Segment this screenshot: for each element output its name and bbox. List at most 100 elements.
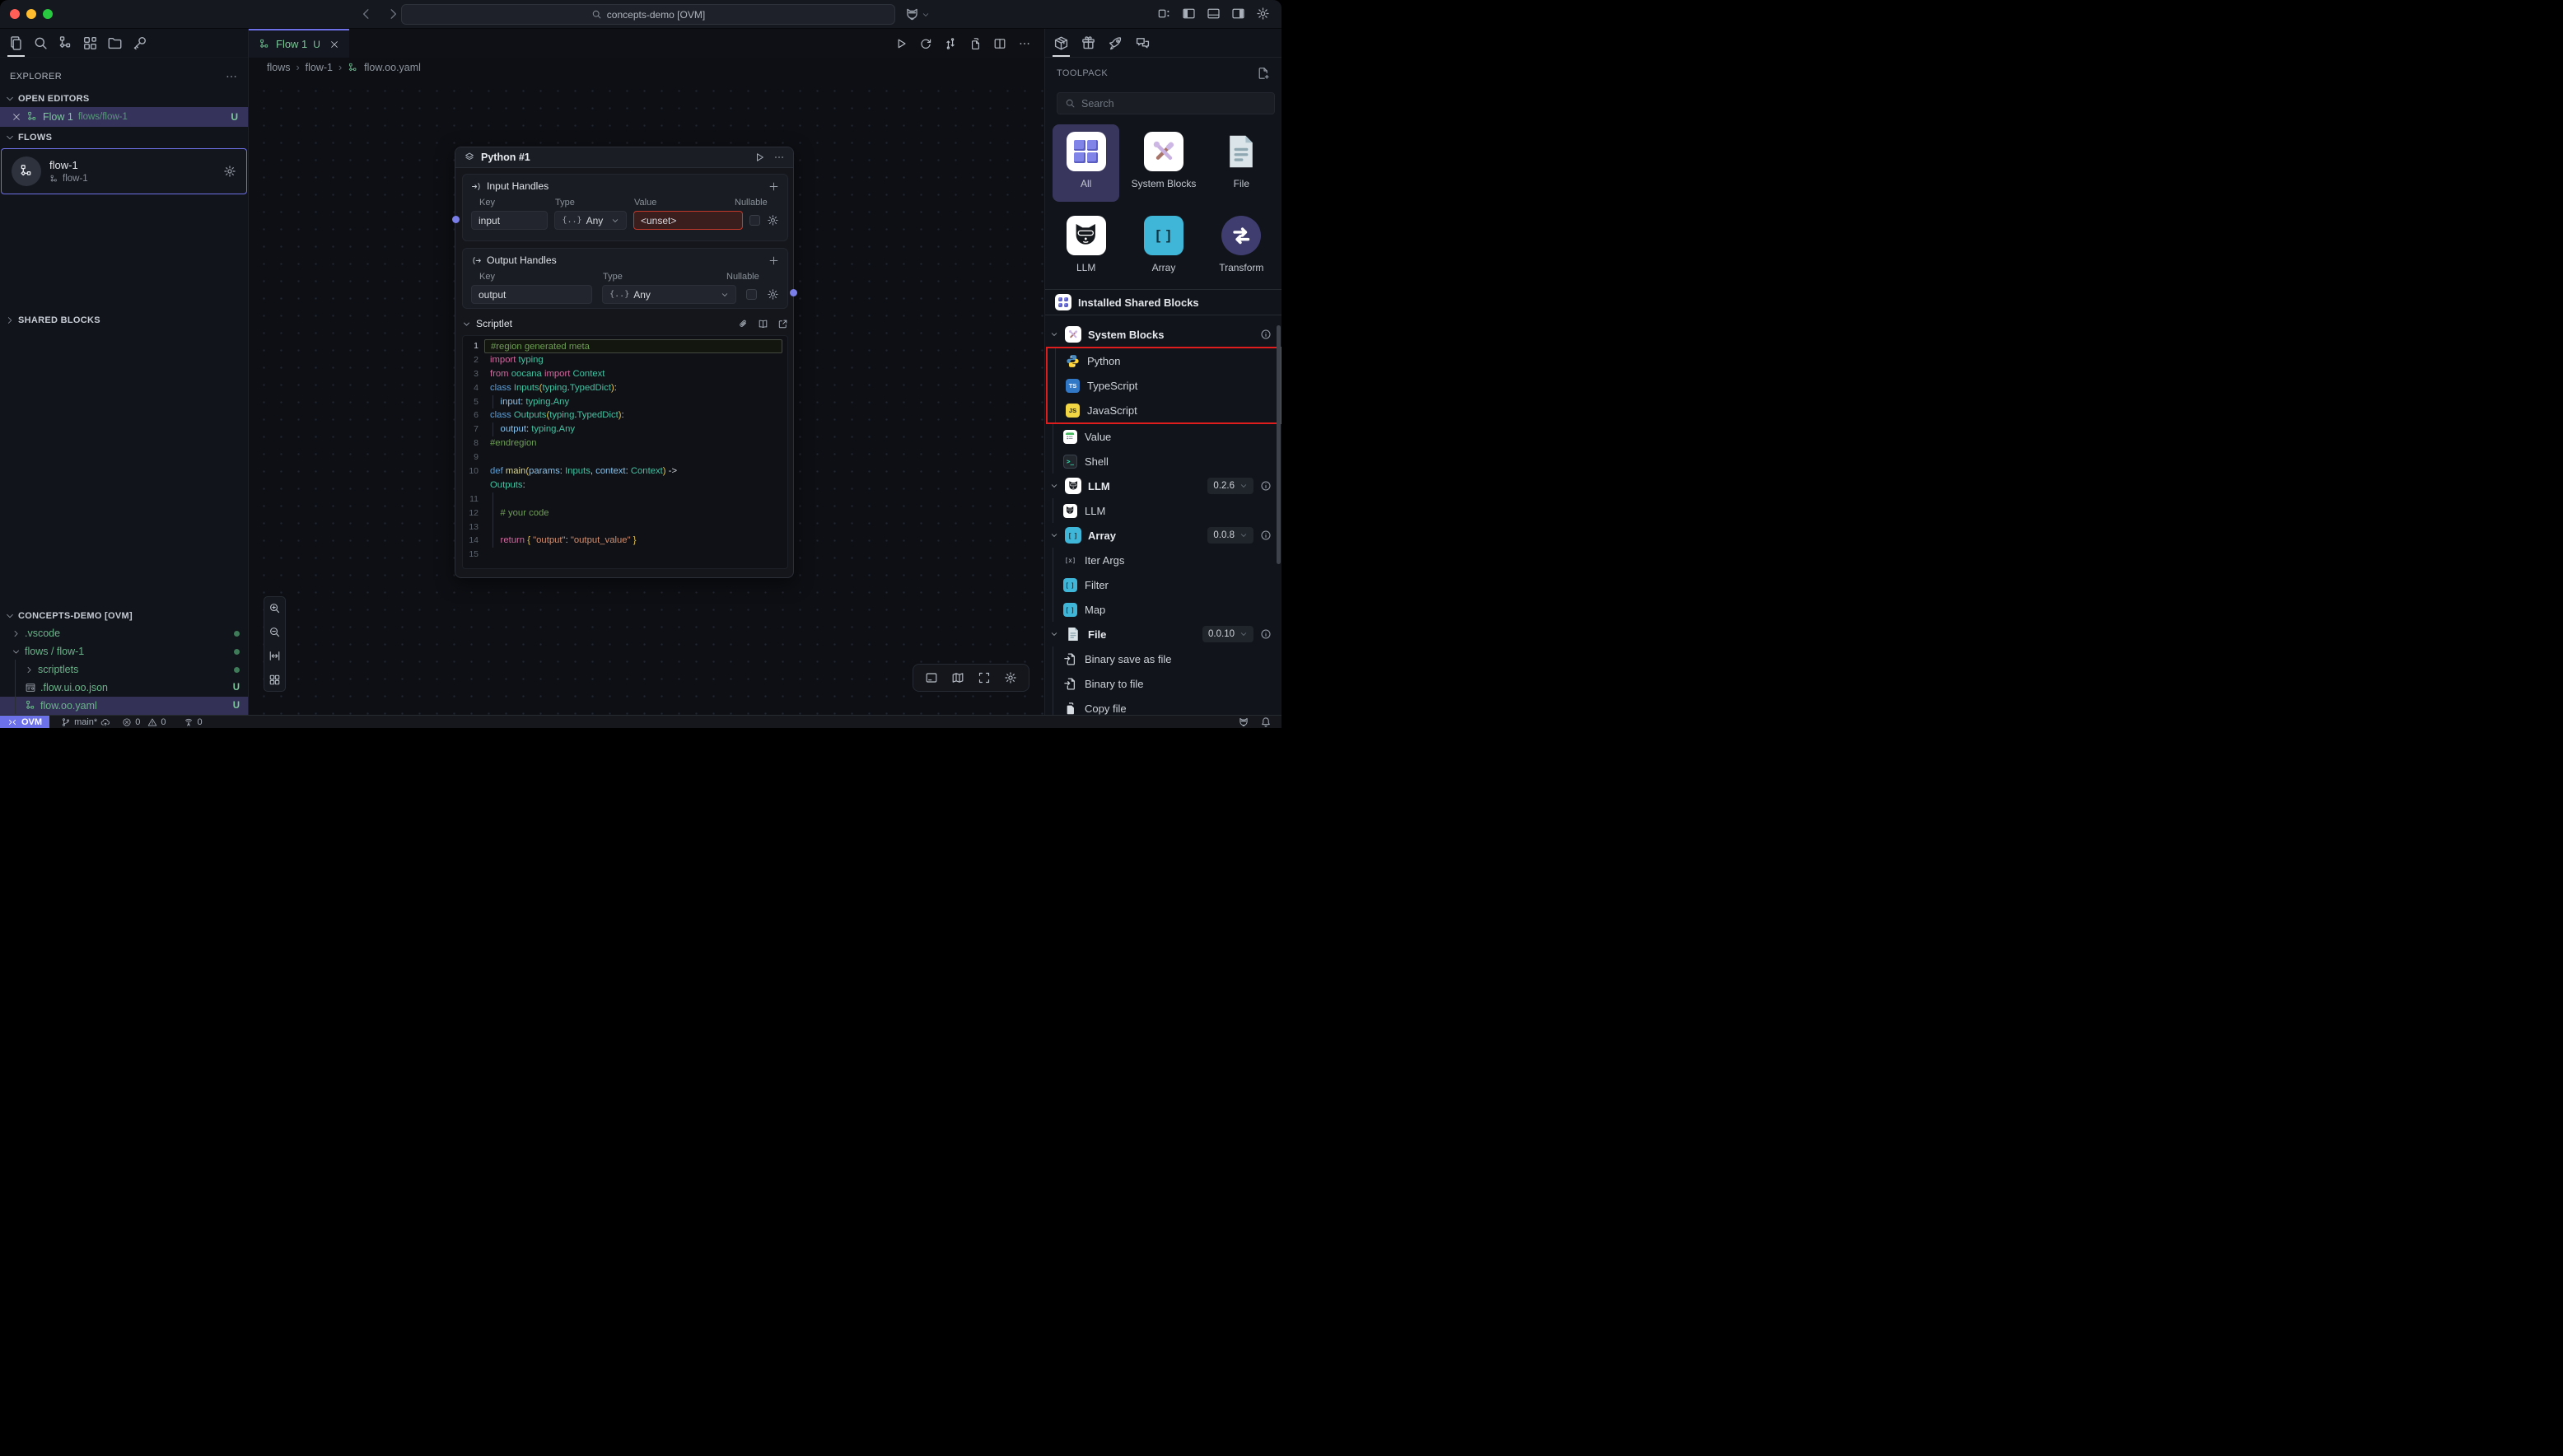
folder-activity-icon[interactable]: [107, 35, 123, 51]
info-icon[interactable]: [1260, 329, 1272, 340]
duplicate-file-icon[interactable]: [969, 37, 982, 50]
assistant-cat-icon[interactable]: [904, 7, 920, 22]
add-input-handle-icon[interactable]: [768, 181, 779, 192]
minimize-window-button[interactable]: [26, 9, 36, 19]
explorer-files-icon[interactable]: [8, 35, 24, 51]
run-flow-icon[interactable]: [894, 37, 908, 50]
category-tile-llm[interactable]: LLM: [1053, 208, 1119, 286]
tab-flow-1[interactable]: Flow 1 U: [249, 29, 349, 58]
code-line[interactable]: 14 return { "output": "output_value" }: [463, 534, 787, 548]
add-output-handle-icon[interactable]: [768, 255, 779, 266]
flow-canvas[interactable]: Python #1 Input Handles Key T: [249, 77, 1044, 715]
settings-gear-icon[interactable]: [1256, 7, 1270, 21]
version-select[interactable]: 0.0.8: [1207, 527, 1253, 544]
version-select[interactable]: 0.2.6: [1207, 478, 1253, 494]
rocket-tab-icon[interactable]: [1108, 35, 1123, 51]
block-item-shell[interactable]: >_Shell: [1045, 449, 1282, 474]
breadcrumb-item[interactable]: flows: [267, 62, 290, 73]
output-type-select[interactable]: {..} Any: [602, 285, 736, 304]
block-item-python[interactable]: Python: [1048, 348, 1280, 373]
minimap-icon[interactable]: [951, 671, 964, 684]
nav-forward-icon[interactable]: [385, 7, 400, 21]
breadcrumb[interactable]: flows › flow-1 › flow.oo.yaml: [249, 58, 1044, 77]
code-line[interactable]: 3from oocana import Context: [463, 367, 787, 381]
remote-indicator[interactable]: OVM: [0, 716, 49, 729]
category-tile-transform[interactable]: Transform: [1208, 208, 1275, 286]
fit-view-icon[interactable]: [978, 671, 991, 684]
layout-customize-icon[interactable]: [1157, 7, 1171, 21]
maximize-window-button[interactable]: [43, 9, 53, 19]
run-node-icon[interactable]: [754, 152, 765, 163]
split-editor-icon[interactable]: [993, 37, 1006, 50]
console-panel-icon[interactable]: [925, 671, 938, 684]
node-header[interactable]: Python #1: [455, 147, 793, 168]
flow-card[interactable]: flow-1 flow-1: [1, 148, 247, 194]
toolpack-tab-icon[interactable]: [1053, 35, 1069, 51]
search-activity-icon[interactable]: [33, 35, 49, 51]
block-item-filter[interactable]: [ ]Filter: [1045, 572, 1282, 597]
category-tile-file[interactable]: File: [1208, 124, 1275, 202]
block-item-value[interactable]: Value: [1045, 424, 1282, 449]
zoom-in-icon[interactable]: [268, 602, 281, 614]
chevron-down-icon[interactable]: [922, 11, 930, 19]
code-line[interactable]: 13: [463, 520, 787, 534]
info-icon[interactable]: [1260, 628, 1272, 640]
more-actions-icon[interactable]: [1018, 37, 1031, 50]
info-icon[interactable]: [1260, 480, 1272, 492]
notifications-bell-icon[interactable]: [1260, 716, 1272, 728]
code-line[interactable]: 11: [463, 492, 787, 506]
version-select[interactable]: 0.0.10: [1202, 626, 1253, 642]
breadcrumb-item[interactable]: flow.oo.yaml: [364, 62, 421, 73]
packages-tab-icon[interactable]: [1081, 35, 1096, 51]
block-item-copy-file[interactable]: Copy file: [1045, 696, 1282, 715]
code-line[interactable]: 9: [463, 450, 787, 464]
node-more-icon[interactable]: [773, 152, 785, 163]
input-value-field[interactable]: <unset>: [633, 211, 743, 230]
toggle-left-panel-icon[interactable]: [1182, 7, 1196, 21]
window-controls[interactable]: [10, 9, 53, 19]
breadcrumb-item[interactable]: flow-1: [306, 62, 333, 73]
block-section-llm[interactable]: LLM0.2.6: [1045, 474, 1282, 498]
category-tile-array[interactable]: [ ]Array: [1130, 208, 1197, 286]
info-icon[interactable]: [1260, 530, 1272, 541]
new-toolpack-icon[interactable]: [1257, 67, 1270, 80]
code-line[interactable]: 1#region generated meta: [463, 339, 787, 353]
tree-row[interactable]: scriptlets: [0, 660, 248, 679]
open-editors-header[interactable]: OPEN EDITORS: [0, 91, 248, 107]
output-row-settings-icon[interactable]: [767, 288, 779, 301]
input-port-dot[interactable]: [452, 216, 460, 223]
scriptlet-header[interactable]: Scriptlet: [462, 315, 788, 332]
block-item-binary-to-file[interactable]: Binary to file: [1045, 671, 1282, 696]
open-external-icon[interactable]: [777, 319, 788, 329]
attach-icon[interactable]: [738, 319, 749, 329]
explorer-more-icon[interactable]: [225, 70, 238, 83]
tree-row[interactable]: flows / flow-1: [0, 642, 248, 660]
block-item-binary-save-as-file[interactable]: Binary save as file: [1045, 646, 1282, 671]
input-key-field[interactable]: input: [471, 211, 548, 230]
tree-row[interactable]: flow.oo.yamlU: [0, 697, 248, 715]
output-nullable-checkbox[interactable]: [746, 289, 757, 300]
fit-width-icon[interactable]: [268, 650, 281, 662]
code-line[interactable]: 10def main(params: Inputs, context: Cont…: [463, 464, 787, 478]
toggle-bottom-panel-icon[interactable]: [1207, 7, 1221, 21]
rerun-icon[interactable]: [919, 37, 932, 50]
auto-layout-icon[interactable]: [268, 674, 281, 686]
block-section-system-blocks[interactable]: System Blocks: [1045, 322, 1282, 347]
output-port-dot[interactable]: [790, 289, 797, 296]
ports-status[interactable]: 0: [184, 717, 202, 727]
block-item-map[interactable]: [ ]Map: [1045, 597, 1282, 622]
problems-status[interactable]: 0 0: [122, 717, 166, 727]
flows-section-header[interactable]: FLOWS: [0, 129, 248, 146]
tab-close-icon[interactable]: [329, 40, 339, 49]
code-line[interactable]: 15: [463, 548, 787, 562]
close-window-button[interactable]: [10, 9, 20, 19]
input-nullable-checkbox[interactable]: [749, 215, 760, 226]
command-center-search[interactable]: concepts-demo [OVM]: [401, 4, 895, 25]
code-line[interactable]: 5 input: typing.Any: [463, 395, 787, 409]
toggle-right-panel-icon[interactable]: [1231, 7, 1245, 21]
tree-row[interactable]: .vscode: [0, 624, 248, 642]
category-tile-system-blocks[interactable]: System Blocks: [1130, 124, 1197, 202]
code-line[interactable]: Outputs:: [463, 478, 787, 492]
secrets-activity-icon[interactable]: [132, 35, 147, 51]
project-root-header[interactable]: CONCEPTS-DEMO [OVM]: [0, 608, 248, 624]
